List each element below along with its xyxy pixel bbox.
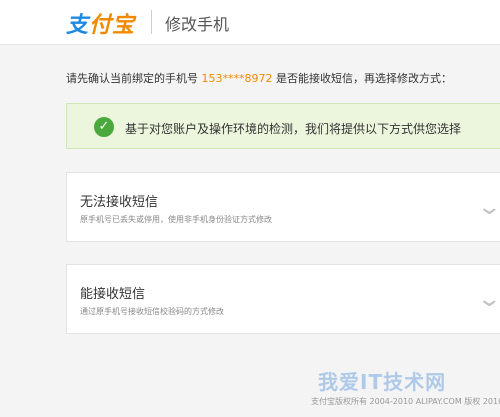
option-description: 原手机号已丢失或停用，使用非手机身份验证方式修改	[80, 215, 272, 224]
option-title: 无法接收短信	[80, 195, 159, 210]
notice-text: 基于对您账户及操作环境的检测，我们将提供以下方式供您选择	[125, 122, 462, 136]
intro-text: 请先确认当前绑定的手机号 153****8972 是否能接收短信，再选择修改方式…	[66, 70, 452, 86]
intro-before: 请先确认当前绑定的手机号	[66, 72, 198, 85]
logo-char-2: 付	[89, 12, 113, 38]
page-title: 修改手机	[165, 15, 230, 34]
header-divider	[151, 10, 152, 34]
chevron-down-icon[interactable]: ⌄	[476, 195, 500, 220]
logo-char-3: 宝	[112, 12, 136, 38]
option-description: 通过原手机号接收短信校验码的方式修改	[80, 307, 224, 316]
top-bar: 支付宝 修改手机	[0, 0, 500, 45]
intro-after: 是否能接收短信，再选择修改方式：	[276, 72, 452, 85]
option-can-receive-sms[interactable]: 能接收短信 通过原手机号接收短信校验码的方式修改 ⌄	[66, 264, 500, 334]
footer-copyright: 支付宝版权所有 2004-2010 ALIPAY.COM 版权 2010025	[311, 397, 500, 406]
security-notice: ✓ 基于对您账户及操作环境的检测，我们将提供以下方式供您选择	[66, 103, 500, 149]
logo-char-1: 支	[66, 12, 90, 38]
watermark: 我爱IT技术网	[318, 370, 447, 394]
check-circle-icon: ✓	[94, 117, 114, 137]
chevron-down-icon[interactable]: ⌄	[476, 287, 500, 312]
option-cannot-receive-sms[interactable]: 无法接收短信 原手机号已丢失或停用，使用非手机身份验证方式修改 ⌄	[66, 172, 500, 242]
alipay-logo[interactable]: 支付宝	[66, 7, 135, 39]
option-title: 能接收短信	[80, 287, 146, 302]
bound-phone-number: 153****8972	[201, 72, 273, 85]
